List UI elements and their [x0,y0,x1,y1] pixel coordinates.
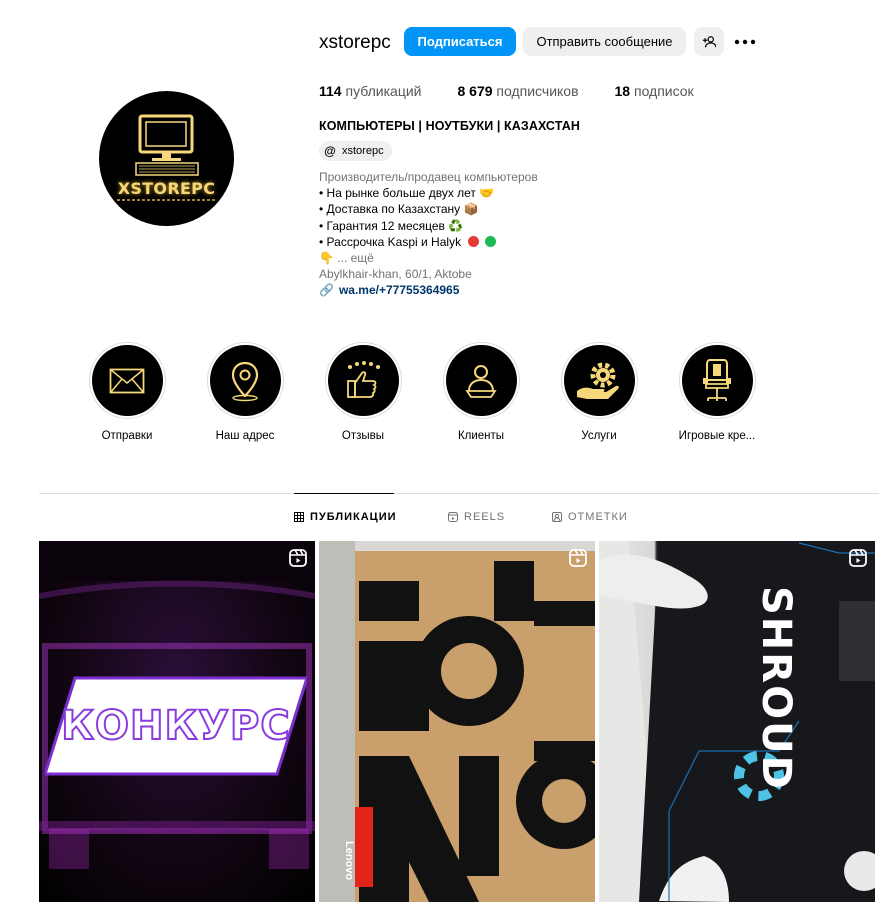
highlight-cover [91,345,163,416]
bio-location[interactable]: Abylkhair-khan, 60/1, Aktobe [319,266,538,282]
reel-icon [289,549,307,567]
grid-icon [294,512,304,522]
profile-bio: Производитель/продавец компьютеров • На … [319,169,538,299]
highlight-ring [560,342,638,419]
highlight-ring [88,342,166,419]
post-thumbnail[interactable]: Lenovo [319,541,595,902]
highlight-ring [678,342,756,419]
posts-label: публикаций [345,83,422,99]
tab-reels[interactable]: REELS [448,511,505,523]
bio-line-installments: • Рассрочка Kaspi и Halyk [319,234,538,250]
highlight-ring [442,342,520,419]
posts-grid: КОНКУРС Lenovo SHROUD [39,541,875,902]
following-count: 18 [614,83,631,99]
following-label: подписок [633,83,694,99]
posts-count: 114 [319,83,342,99]
followers-label: подписчиков [496,83,579,99]
suggested-accounts-button[interactable] [694,27,724,56]
bio-external-link[interactable]: 🔗 wa.me/+77755364965 [319,282,538,298]
avatar-decoration [117,199,216,201]
envelope-icon [109,368,145,393]
gear-hand-icon [577,362,619,399]
highlight-item[interactable]: Клиенты [422,342,540,442]
threads-icon: @ [324,144,336,158]
threads-link[interactable]: @ xstorepc [319,141,392,161]
location-pin-icon [231,361,259,401]
green-circle-icon [484,235,496,247]
reel-icon [849,549,867,567]
highlight-item[interactable]: Отправки [68,342,186,442]
following-stat[interactable]: 18 подписок [615,83,694,99]
bio-line: • Гарантия 12 месяцев ♻️ [319,218,464,233]
highlight-cover [563,345,635,416]
highlight-item[interactable]: Наш адрес [186,342,304,442]
post-background-art [319,541,595,902]
post-thumbnail[interactable]: КОНКУРС [39,541,315,902]
highlight-cover [681,345,753,416]
bio-line: • На рынке больше двух лет 🤝 [319,186,495,201]
highlight-cover [327,345,399,416]
post-overlay-text: КОНКУРС [60,702,291,750]
bio-line: • Рассрочка Kaspi и Halyk [319,234,462,249]
bio-more-link[interactable]: ... ещё [334,251,374,265]
client-icon [465,364,497,398]
red-circle-icon [468,235,480,247]
post-overlay-text: SHROUD [753,586,799,791]
profile-avatar[interactable]: XSTOREPC [99,91,234,226]
story-highlights: Отправки Наш адрес Отзывы Клиенты Услуги… [68,342,776,442]
highlight-item[interactable]: Отзывы [304,342,422,442]
tab-posts-label: ПУБЛИКАЦИИ [310,511,397,523]
highlight-item[interactable]: Услуги [540,342,658,442]
posts-stat: 114 публикаций [319,83,421,99]
tab-posts[interactable]: ПУБЛИКАЦИИ [294,511,397,523]
follow-button[interactable]: Подписаться [404,27,516,56]
tab-tagged[interactable]: ОТМЕТКИ [552,511,628,523]
bio-line: • Доставка по Казахстану 📦 [319,202,479,217]
profile-stats: 114 публикаций 8 679 подписчиков 18 подп… [319,83,730,99]
profile-username: xstorepc [319,32,391,53]
highlight-item[interactable]: Игровые кре... [658,342,776,442]
highlight-cover [445,345,517,416]
tagged-icon [552,512,562,522]
thumbs-up-stars-icon [347,360,380,398]
pointing-down-icon: 👇 [319,251,334,266]
tab-reels-label: REELS [464,511,506,523]
avatar-brand-text: XSTOREPC [117,179,216,198]
highlight-label: Услуги [581,430,617,442]
highlight-label: Отправки [101,430,153,442]
send-message-button[interactable]: Отправить сообщение [523,27,686,56]
tab-tagged-label: ОТМЕТКИ [568,511,628,523]
profile-full-name: КОМПЬЮТЕРЫ | НОУТБУКИ | КАЗАХСТАН [319,119,580,133]
reel-icon [569,549,587,567]
highlight-label: Наш адрес [215,430,275,442]
reels-icon [448,512,458,522]
bio-link-text: wa.me/+77755364965 [338,283,460,298]
highlight-label: Игровые кре... [678,430,756,442]
active-tab-indicator [294,493,394,494]
gaming-chair-icon [703,358,731,401]
bio-category: Производитель/продавец компьютеров [319,170,538,184]
options-button[interactable] [732,27,758,56]
highlight-cover [209,345,281,416]
highlight-ring [206,342,284,419]
followers-stat[interactable]: 8 679 подписчиков [457,83,578,99]
computer-logo-icon [135,114,199,176]
highlight-label: Клиенты [457,430,505,442]
add-user-icon [702,35,716,47]
tabs-divider [39,493,879,494]
followers-count: 8 679 [457,83,493,99]
link-icon: 🔗 [319,283,334,298]
post-overlay-text: Lenovo [343,841,355,881]
highlight-ring [324,342,402,419]
more-icon [734,39,756,44]
post-thumbnail[interactable]: SHROUD [599,541,875,902]
threads-handle: xstorepc [342,145,384,157]
post-background-art [599,541,875,902]
highlight-label: Отзывы [341,430,385,442]
bio-more-row: 👇 ... ещё [319,250,538,266]
